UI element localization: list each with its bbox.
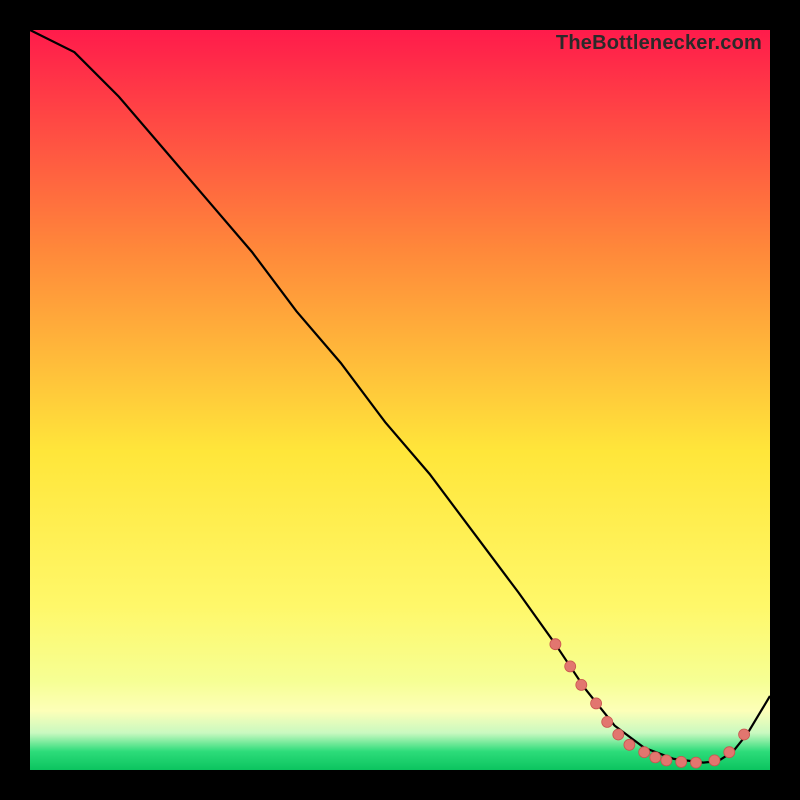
black-border-right: [770, 0, 800, 800]
watermark-text: TheBottlenecker.com: [556, 32, 762, 55]
curve-marker: [724, 747, 735, 758]
curve-marker: [639, 747, 650, 758]
curve-marker: [550, 639, 561, 650]
curve-marker: [576, 679, 587, 690]
curve-marker: [624, 739, 635, 750]
curve-marker: [709, 755, 720, 766]
curve-marker: [739, 729, 750, 740]
curve-marker: [676, 756, 687, 767]
curve-marker: [591, 698, 602, 709]
black-border-bottom: [0, 770, 800, 800]
curve-marker: [613, 729, 624, 740]
curve-marker: [602, 716, 613, 727]
chart-svg: [30, 30, 770, 770]
curve-marker: [565, 661, 576, 672]
curve-marker: [650, 752, 661, 763]
curve-marker: [661, 755, 672, 766]
plot-area: [30, 30, 770, 770]
black-border-left: [0, 0, 30, 800]
black-border-top: [0, 0, 800, 30]
chart-frame: TheBottlenecker.com: [0, 0, 800, 800]
gradient-background: [30, 30, 770, 770]
curve-marker: [691, 757, 702, 768]
